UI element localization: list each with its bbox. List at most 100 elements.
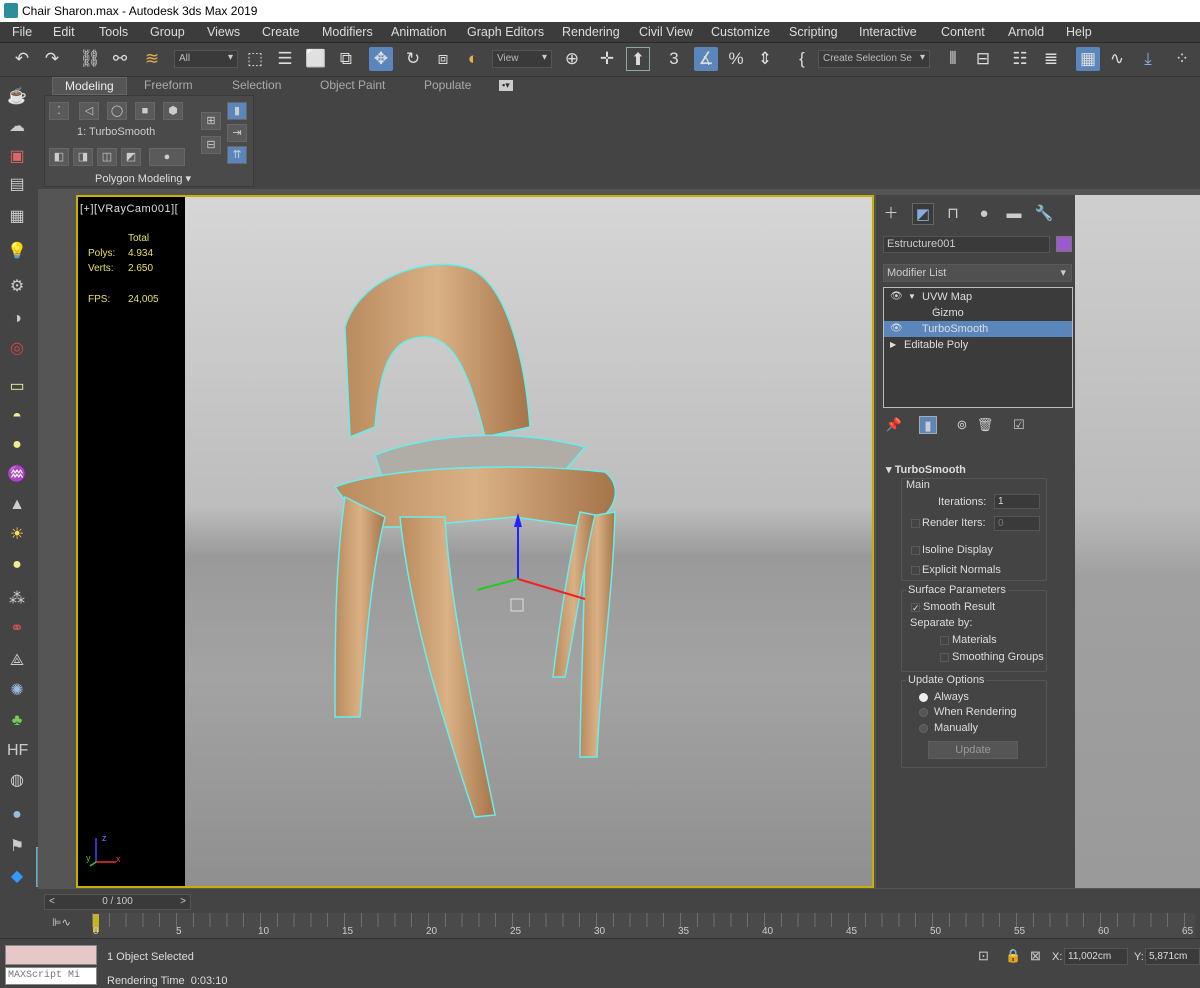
when-rendering-radio[interactable]: [919, 708, 928, 717]
hierarchy-icon[interactable]: ⊓: [942, 203, 964, 225]
vertex-icon[interactable]: ⁚: [49, 102, 69, 120]
previous-modifier-icon[interactable]: ◧: [49, 148, 69, 166]
hemisphere-icon[interactable]: ◓: [7, 407, 27, 427]
globe-icon[interactable]: ●: [7, 805, 27, 825]
space-warp-icon[interactable]: ◎: [7, 339, 27, 359]
undo-icon[interactable]: ↶: [10, 47, 34, 71]
manually-radio[interactable]: [919, 724, 928, 733]
menu-help[interactable]: Help: [1066, 25, 1092, 39]
ribbon-options-icon[interactable]: ▪▾: [499, 80, 513, 91]
link-icon[interactable]: ⛓: [78, 47, 102, 71]
tab-populate[interactable]: Populate: [424, 78, 471, 92]
show-end-result-ribbon-icon[interactable]: ◩: [121, 148, 141, 166]
x-coordinate-field[interactable]: 11,002cm: [1064, 948, 1128, 965]
stack-item-uvw-map[interactable]: 👁 ▼ UVW Map: [884, 289, 1072, 305]
shader-icon[interactable]: ◆: [7, 867, 27, 887]
schematic-view-icon[interactable]: ⤓: [1136, 47, 1160, 71]
particle-icon[interactable]: ⁂: [7, 589, 27, 609]
create-icon[interactable]: ＋: [880, 203, 902, 225]
mesh-icon[interactable]: ⟁: [7, 651, 27, 671]
scene-explorer-icon[interactable]: ☷: [1008, 47, 1032, 71]
menu-animation[interactable]: Animation: [391, 25, 447, 39]
teapot-icon[interactable]: ☕: [7, 87, 27, 107]
always-radio[interactable]: [919, 693, 928, 702]
eye-icon[interactable]: 👁: [890, 321, 903, 337]
menu-customize[interactable]: Customize: [711, 25, 770, 39]
make-unique-icon[interactable]: ⊚: [953, 416, 971, 434]
element-icon[interactable]: ⬢: [163, 102, 183, 120]
symmetry-icon[interactable]: ▮: [227, 102, 247, 120]
time-next-button[interactable]: >: [180, 895, 186, 909]
gear-icon[interactable]: ✺: [7, 681, 27, 701]
menu-scripting[interactable]: Scripting: [789, 25, 838, 39]
track-bar[interactable]: 0 5 10 15 20 25 30 35 40 45 50 55 60 65: [92, 913, 1195, 939]
material-editor-icon[interactable]: ▤: [7, 175, 27, 195]
grass-icon[interactable]: ♒: [7, 465, 27, 485]
update-button[interactable]: Update: [928, 741, 1018, 759]
tab-freeform[interactable]: Freeform: [144, 78, 193, 92]
pivot-center-icon[interactable]: ⊕: [560, 47, 584, 71]
curve-editor-icon[interactable]: ∿: [1105, 47, 1129, 71]
named-selection-set-dropdown[interactable]: Create Selection Se: [818, 50, 930, 68]
edit-named-sets-icon[interactable]: {: [790, 47, 814, 71]
maxscript-listener-output[interactable]: [5, 945, 97, 965]
display-icon[interactable]: ▬: [1003, 203, 1025, 225]
cone-icon[interactable]: ▲: [7, 495, 27, 515]
collapse-stack-icon[interactable]: ●: [149, 148, 185, 166]
tab-modeling[interactable]: Modeling: [52, 77, 127, 95]
plant-icon[interactable]: ♣: [7, 711, 27, 731]
reference-coordinate-dropdown[interactable]: View: [492, 50, 552, 68]
isoline-display-checkbox[interactable]: [911, 546, 920, 555]
keyboard-shortcut-override-icon[interactable]: ⬆: [626, 47, 650, 71]
edge-icon[interactable]: ◁: [79, 102, 99, 120]
camera-icon[interactable]: ⚙: [7, 277, 27, 297]
menu-edit[interactable]: Edit: [53, 25, 75, 39]
polygon-icon[interactable]: ■: [135, 102, 155, 120]
box-icon[interactable]: ▭: [7, 377, 27, 397]
tab-object-paint[interactable]: Object Paint: [320, 78, 385, 92]
menu-arnold[interactable]: Arnold: [1008, 25, 1044, 39]
tab-selection[interactable]: Selection: [232, 78, 281, 92]
chair-render[interactable]: [185, 197, 874, 888]
rect-selection-region-icon[interactable]: ⬜: [304, 47, 328, 71]
select-scale-icon[interactable]: ⧈: [431, 47, 455, 71]
smooth-result-checkbox[interactable]: ✓: [911, 603, 920, 613]
snaps-toggle-icon[interactable]: 3: [662, 47, 686, 71]
menu-file[interactable]: File: [12, 25, 32, 39]
redo-icon[interactable]: ↷: [40, 47, 64, 71]
menu-modifiers[interactable]: Modifiers: [322, 25, 373, 39]
menu-views[interactable]: Views: [207, 25, 240, 39]
configure-sets-icon[interactable]: ☑: [1010, 416, 1028, 434]
unlink-icon[interactable]: ⚯: [108, 47, 132, 71]
grid-icon[interactable]: ▦: [7, 207, 27, 227]
stack-item-gizmo[interactable]: └ Gizmo: [884, 305, 1072, 321]
modify-mode-icon[interactable]: ◫: [97, 148, 117, 166]
angle-snap-icon[interactable]: ∡: [694, 47, 718, 71]
render-iters-spinner[interactable]: 0: [994, 516, 1040, 531]
utilities-icon[interactable]: 🔧: [1033, 203, 1055, 225]
swift-loop-icon[interactable]: ⊟: [201, 136, 221, 154]
eye-icon[interactable]: 👁: [890, 289, 903, 305]
generate-topology-icon[interactable]: ⊞: [201, 112, 221, 130]
stack-item-editable-poly[interactable]: ▶ Editable Poly: [884, 337, 1072, 353]
align-icon[interactable]: ⊟: [971, 47, 995, 71]
polygon-modeling-dropdown[interactable]: Polygon Modeling ▾: [95, 172, 191, 185]
menu-civil-view[interactable]: Civil View: [639, 25, 693, 39]
y-coordinate-field[interactable]: 5,871cm: [1145, 948, 1200, 965]
isolate-selection-icon[interactable]: ⊡: [978, 948, 989, 964]
select-object-icon[interactable]: ⬚: [243, 47, 267, 71]
show-end-result-icon[interactable]: ▮: [919, 416, 937, 434]
chair-model[interactable]: [333, 263, 616, 818]
stack-item-turbosmooth[interactable]: 👁 TurboSmooth: [884, 321, 1072, 337]
render-iters-checkbox[interactable]: [911, 519, 920, 528]
motion-icon[interactable]: ●: [973, 203, 995, 225]
menu-content[interactable]: Content: [941, 25, 985, 39]
menu-create[interactable]: Create: [262, 25, 300, 39]
helper-icon[interactable]: ◑: [7, 309, 27, 329]
render-frame-icon[interactable]: ▣: [7, 147, 27, 167]
menu-tools[interactable]: Tools: [99, 25, 128, 39]
select-by-name-icon[interactable]: ☰: [273, 47, 297, 71]
pin-stack-icon[interactable]: 📌: [885, 416, 903, 434]
modifier-list-dropdown[interactable]: Modifier List: [883, 264, 1072, 282]
object-color-swatch[interactable]: [1056, 236, 1072, 252]
